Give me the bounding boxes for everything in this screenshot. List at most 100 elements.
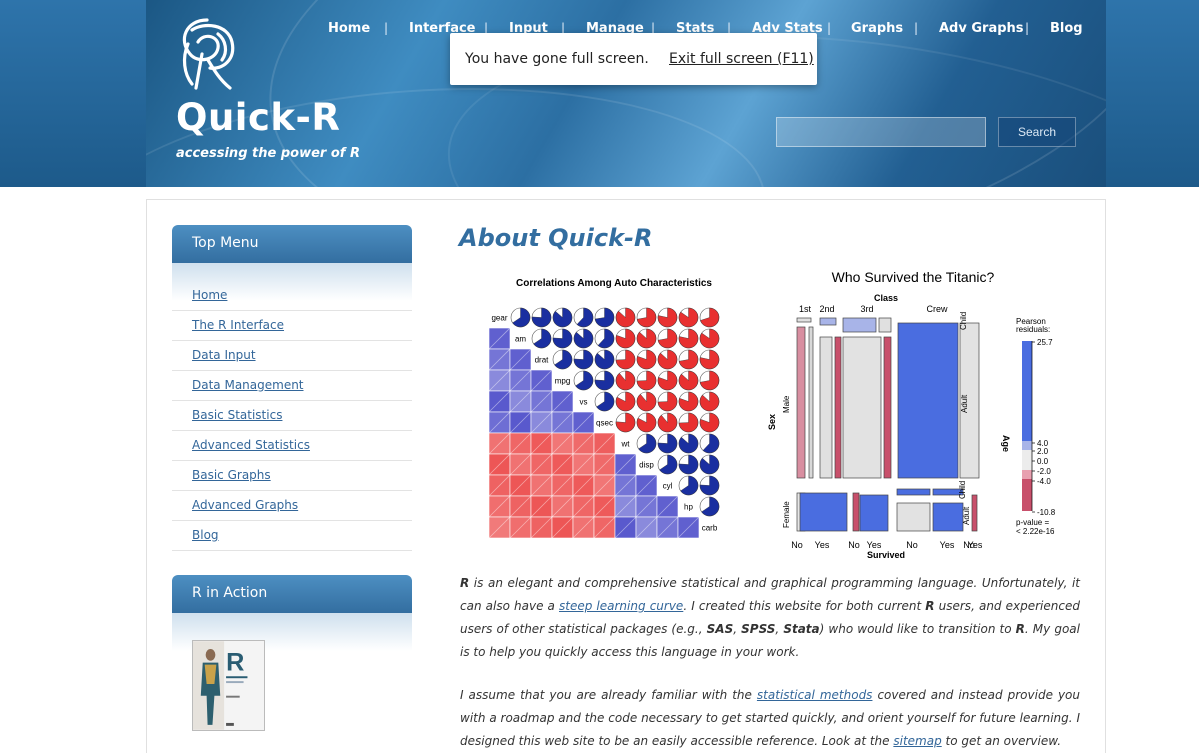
sex-label: Female: [782, 501, 791, 528]
steep-learning-curve-link[interactable]: steep learning curve: [559, 599, 683, 613]
search-button[interactable]: Search: [998, 117, 1076, 147]
variable-label: vs: [580, 398, 588, 407]
legend-swatch: [1022, 441, 1032, 450]
menu-item-data-management[interactable]: Data Management: [172, 371, 412, 401]
mosaic-tile: [799, 492, 848, 532]
menu-item-advanced-graphs[interactable]: Advanced Graphs: [172, 491, 412, 521]
variable-label: drat: [535, 356, 550, 365]
para-text: . I created this website for both curren…: [683, 599, 926, 613]
survived-axis-label: Survived: [867, 550, 905, 560]
legend-tick-label: 25.7: [1037, 338, 1053, 347]
chart-title: Correlations Among Auto Characteristics: [516, 278, 712, 289]
legend-swatch: [1022, 450, 1032, 470]
age-label: Adult: [960, 394, 969, 413]
sex-axis-label: Sex: [767, 414, 777, 430]
svg-text:R: R: [226, 648, 244, 676]
header-band-right: [1106, 0, 1199, 187]
r-term: R: [460, 576, 470, 590]
mosaic-tile: [842, 317, 877, 333]
nav-separator: |: [384, 21, 389, 35]
age-label: Adult: [962, 506, 971, 525]
class-axis-label: Class: [874, 293, 898, 303]
legend-swatch: [1022, 479, 1032, 511]
legend-tick-label: -10.8: [1037, 508, 1056, 517]
class-label: 2nd: [819, 304, 834, 314]
search-input[interactable]: [776, 117, 986, 147]
r-in-action-book-cover[interactable]: R: [192, 640, 265, 731]
variable-label: qsec: [596, 419, 613, 428]
nav-graphs[interactable]: Graphs: [851, 21, 903, 36]
survived-tick: No: [848, 540, 860, 550]
legend-tick-label: -4.0: [1037, 477, 1051, 486]
survived-tick: Yes: [968, 540, 983, 550]
pie-slice: [657, 412, 678, 433]
mosaic-tile: [796, 326, 806, 479]
para-text: I assume that you are already familiar w…: [460, 688, 757, 702]
top-menu-list: Home The R Interface Data Input Data Man…: [172, 281, 412, 551]
pie-slice: [615, 370, 636, 391]
mosaic-tile: [971, 494, 978, 532]
mosaic-tile: [883, 336, 892, 479]
mosaic-tile: [819, 317, 837, 326]
survived-tick: Yes: [815, 540, 830, 550]
nav-separator: |: [827, 21, 832, 35]
top-menu-header: Top Menu: [172, 225, 412, 263]
mosaic-tile: [932, 502, 964, 532]
class-label: Crew: [926, 304, 948, 314]
menu-item-basic-statistics[interactable]: Basic Statistics: [172, 401, 412, 431]
fullscreen-notice-text: You have gone full screen.: [465, 51, 649, 67]
exit-fullscreen-link[interactable]: Exit full screen (F11): [669, 51, 814, 67]
legend-tick-label: 2.0: [1037, 447, 1049, 456]
mosaic-tile: [819, 336, 833, 479]
menu-item-blog[interactable]: Blog: [172, 521, 412, 551]
r-term: R: [1015, 622, 1025, 636]
variable-label: mpg: [555, 377, 571, 386]
menu-item-advanced-statistics[interactable]: Advanced Statistics: [172, 431, 412, 461]
mosaic-tile: [859, 494, 889, 532]
sitemap-link[interactable]: sitemap: [893, 734, 941, 748]
variable-label: am: [515, 335, 526, 344]
intro-paragraph: R is an elegant and comprehensive statis…: [460, 572, 1080, 664]
mosaic-tile: [878, 317, 892, 333]
nav-separator: |: [1025, 21, 1030, 35]
variable-label: disp: [639, 461, 654, 470]
menu-item-r-interface[interactable]: The R Interface: [172, 311, 412, 341]
sex-label: Male: [782, 395, 791, 413]
legend-tick-label: -2.0: [1037, 467, 1051, 476]
mosaic-tile: [896, 488, 931, 496]
survived-tick: No: [791, 540, 803, 550]
header-band-left: [0, 0, 146, 187]
assumption-paragraph: I assume that you are already familiar w…: [460, 684, 1080, 753]
page-title: About Quick-R: [459, 224, 653, 252]
site-tagline: accessing the power of R: [176, 146, 360, 161]
spss-term: SPSS: [741, 622, 776, 636]
site-title[interactable]: Quick-R: [176, 96, 340, 139]
site-header: Quick-R accessing the power of R Home | …: [146, 0, 1106, 187]
variable-label: cyl: [663, 482, 673, 491]
menu-item-home[interactable]: Home: [172, 281, 412, 311]
para-text: ,: [733, 622, 742, 636]
statistical-methods-link[interactable]: statistical methods: [757, 688, 873, 702]
class-label: 1st: [799, 304, 812, 314]
correlation-chart: Correlations Among Auto Characteristics g…: [488, 278, 720, 539]
mosaic-tile: [896, 502, 931, 532]
sas-term: SAS: [706, 622, 734, 636]
variable-label: gear: [491, 314, 507, 323]
p-value: < 2.22e-16: [1016, 527, 1055, 536]
nav-home[interactable]: Home: [328, 21, 370, 36]
age-label: Child: [958, 481, 967, 499]
para-text: to get an overview.: [941, 734, 1062, 748]
age-label: Child: [959, 312, 968, 330]
menu-item-data-input[interactable]: Data Input: [172, 341, 412, 371]
titanic-mosaic-chart: Who Survived the Titanic? Class 1st 2nd 3rd C…: [767, 269, 1056, 560]
para-text: ) who would like to transition to: [819, 622, 1016, 636]
menu-item-basic-graphs[interactable]: Basic Graphs: [172, 461, 412, 491]
mosaic-tile: [852, 492, 860, 532]
mosaic-tile: [808, 326, 814, 479]
mosaic-tile: [834, 336, 842, 479]
nav-adv-graphs[interactable]: Adv Graphs: [939, 21, 1024, 36]
chart-title: Who Survived the Titanic?: [832, 269, 995, 285]
r-in-action-header: R in Action: [172, 575, 412, 613]
mosaic-tile: [842, 336, 882, 479]
nav-blog[interactable]: Blog: [1050, 21, 1083, 36]
